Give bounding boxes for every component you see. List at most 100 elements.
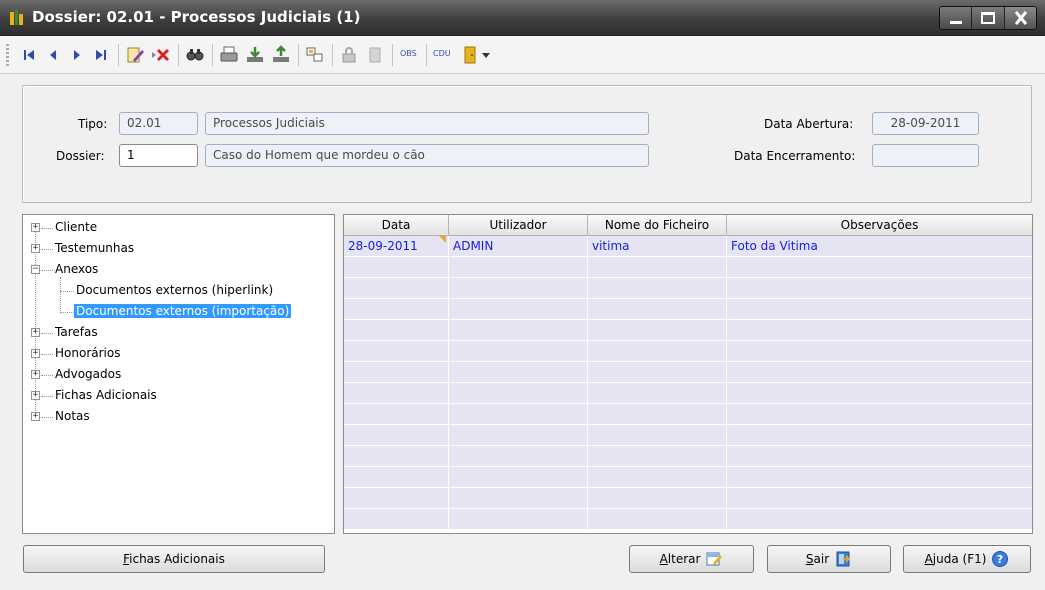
obs-button[interactable]: OBS xyxy=(400,49,417,58)
alterar-button[interactable]: Alterar xyxy=(629,545,754,573)
expand-icon[interactable]: + xyxy=(31,244,40,253)
import-icon[interactable] xyxy=(244,44,266,66)
empty-row[interactable] xyxy=(344,341,1032,362)
tree-item-advogados[interactable]: Advogados xyxy=(55,366,121,383)
search-icon[interactable] xyxy=(184,44,206,66)
dossier-description-field[interactable]: Caso do Homem que mordeu o cão xyxy=(205,144,649,167)
print-icon[interactable] xyxy=(218,44,240,66)
door-icon[interactable] xyxy=(460,44,482,66)
last-record-icon[interactable] xyxy=(90,44,112,66)
edit-record-icon[interactable] xyxy=(124,44,146,66)
empty-cell xyxy=(727,320,1032,340)
attachments-grid[interactable]: Data Utilizador Nome do Ficheiro Observa… xyxy=(343,214,1033,534)
close-icon[interactable] xyxy=(1003,7,1036,29)
toolbar-grip[interactable] xyxy=(6,44,9,66)
empty-cell xyxy=(727,383,1032,403)
expand-icon[interactable]: + xyxy=(31,370,40,379)
empty-cell xyxy=(449,278,588,298)
empty-cell xyxy=(588,467,727,487)
empty-cell xyxy=(449,404,588,424)
column-header-ficheiro[interactable]: Nome do Ficheiro xyxy=(588,215,727,236)
column-header-data[interactable]: Data xyxy=(344,215,449,236)
empty-cell xyxy=(344,341,449,361)
empty-row[interactable] xyxy=(344,299,1032,320)
empty-cell xyxy=(344,257,449,277)
empty-row[interactable] xyxy=(344,278,1032,299)
sair-button[interactable]: Sair xyxy=(767,545,891,573)
empty-row[interactable] xyxy=(344,467,1032,488)
first-record-icon[interactable] xyxy=(18,44,40,66)
tree-item-documentos-hiperlink[interactable]: Documentos externos (hiperlink) xyxy=(76,282,273,299)
expand-icon[interactable]: + xyxy=(31,391,40,400)
fichas-adicionais-button[interactable]: Fichas Adicionais xyxy=(23,545,325,573)
next-record-icon[interactable] xyxy=(66,44,88,66)
expand-icon[interactable]: + xyxy=(31,328,40,337)
empty-cell xyxy=(727,446,1032,466)
empty-row[interactable] xyxy=(344,446,1032,467)
minimize-icon[interactable] xyxy=(940,7,972,29)
tree-item-cliente[interactable]: Cliente xyxy=(55,219,97,236)
dossier-label: Dossier: xyxy=(56,149,105,163)
tipo-description-field[interactable]: Processos Judiciais xyxy=(205,112,649,135)
empty-cell xyxy=(727,257,1032,277)
data-abertura-field[interactable]: 28-09-2011 xyxy=(872,112,979,135)
empty-row[interactable] xyxy=(344,383,1032,404)
tipo-code-field[interactable]: 02.01 xyxy=(119,112,198,135)
tree-item-fichas-adicionais[interactable]: Fichas Adicionais xyxy=(55,387,157,404)
navigation-tree[interactable]: + Cliente + Testemunhas − Anexos Documen… xyxy=(22,214,335,534)
column-header-utilizador[interactable]: Utilizador xyxy=(449,215,588,236)
expand-icon[interactable]: + xyxy=(31,412,40,421)
empty-row[interactable] xyxy=(344,509,1032,530)
dossier-number-input[interactable]: 1 xyxy=(119,144,198,167)
tree-item-notas[interactable]: Notas xyxy=(55,408,90,425)
cdu-button[interactable]: CDU xyxy=(433,49,451,58)
toolbar: OBS CDU xyxy=(0,36,1045,74)
empty-cell xyxy=(727,362,1032,382)
collapse-icon[interactable]: − xyxy=(31,265,40,274)
window-title: Dossier: 02.01 - Processos Judiciais (1) xyxy=(32,8,361,26)
previous-record-icon[interactable] xyxy=(42,44,64,66)
tree-item-testemunhas[interactable]: Testemunhas xyxy=(55,240,134,257)
empty-cell xyxy=(344,509,449,529)
empty-cell xyxy=(588,404,727,424)
title-bar[interactable]: Dossier: 02.01 - Processos Judiciais (1) xyxy=(0,0,1045,36)
column-header-observacoes[interactable]: Observações xyxy=(727,215,1032,236)
tree-item-anexos[interactable]: Anexos xyxy=(55,261,98,278)
delete-record-icon[interactable] xyxy=(150,44,172,66)
data-encerramento-field[interactable] xyxy=(872,144,979,167)
empty-cell xyxy=(588,446,727,466)
empty-cell xyxy=(727,341,1032,361)
empty-cell xyxy=(727,467,1032,487)
empty-row[interactable] xyxy=(344,257,1032,278)
empty-cell xyxy=(588,362,727,382)
lock-icon[interactable] xyxy=(338,44,360,66)
export-icon[interactable] xyxy=(270,44,292,66)
tree-item-tarefas[interactable]: Tarefas xyxy=(55,324,98,341)
expand-icon[interactable]: + xyxy=(31,223,40,232)
table-row[interactable]: 28-09-2011 ADMIN vitima Foto da Vitima xyxy=(344,236,1032,257)
empty-row[interactable] xyxy=(344,488,1032,509)
empty-cell xyxy=(588,383,727,403)
expand-icon[interactable]: + xyxy=(31,349,40,358)
empty-cell xyxy=(449,446,588,466)
empty-row[interactable] xyxy=(344,362,1032,383)
empty-row[interactable] xyxy=(344,404,1032,425)
tree-item-documentos-importacao[interactable]: Documentos externos (importação) xyxy=(74,303,292,320)
empty-cell xyxy=(344,467,449,487)
chevron-down-icon[interactable] xyxy=(480,44,492,66)
empty-cell xyxy=(588,299,727,319)
copy-icon[interactable] xyxy=(304,44,326,66)
ajuda-button[interactable]: Ajuda (F1) ? xyxy=(903,545,1031,573)
tree-item-honorarios[interactable]: Honorários xyxy=(55,345,120,362)
empty-row[interactable] xyxy=(344,425,1032,446)
data-encerramento-label: Data Encerramento: xyxy=(734,149,856,163)
empty-row[interactable] xyxy=(344,320,1032,341)
empty-cell xyxy=(588,509,727,529)
empty-cell xyxy=(344,404,449,424)
empty-cell xyxy=(449,425,588,445)
document-icon[interactable] xyxy=(364,44,386,66)
comment-marker-icon xyxy=(439,236,446,243)
maximize-icon[interactable] xyxy=(971,7,1004,29)
empty-cell xyxy=(449,341,588,361)
data-abertura-label: Data Abertura: xyxy=(764,117,854,131)
